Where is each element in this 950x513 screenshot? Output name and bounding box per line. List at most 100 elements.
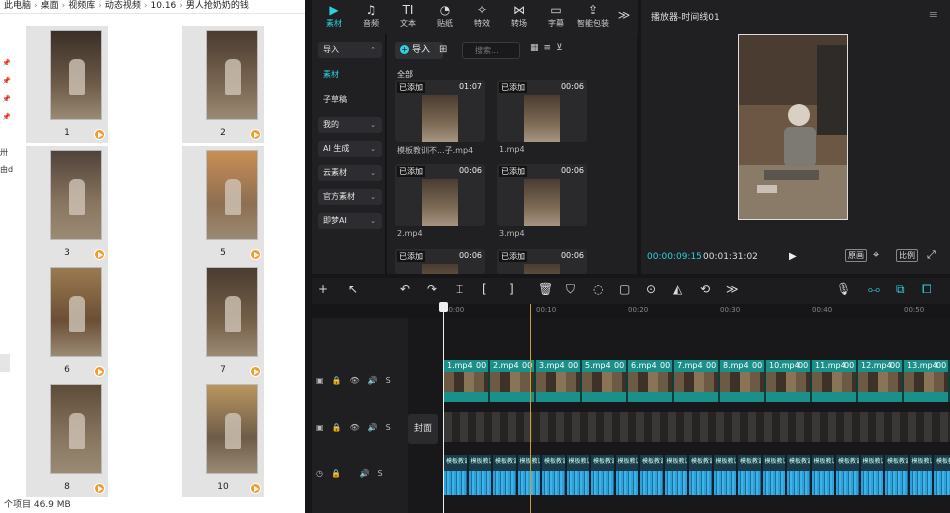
audio-clip[interactable]: 模板教训: [811, 455, 836, 495]
menu-item[interactable]: 导入 ⌃: [318, 42, 382, 58]
redo-icon[interactable]: ↷: [427, 282, 437, 296]
timeline-clip[interactable]: 10.mp4 00: [766, 360, 812, 402]
search-input[interactable]: 搜索...: [462, 42, 520, 59]
media-clip[interactable]: 已添加 00:06: [497, 80, 587, 142]
timeline-clip[interactable]: 5.mp4 00: [582, 360, 628, 402]
breadcrumb-item[interactable]: 男人抢奶奶的钱: [186, 1, 249, 11]
file-thumbnail[interactable]: 2: [182, 26, 264, 143]
timeline-clip[interactable]: 1.mp4 00: [444, 360, 490, 402]
original-button[interactable]: 原画: [845, 249, 867, 262]
menu-item[interactable]: 即梦AI ⌄: [318, 213, 382, 229]
file-thumbnail[interactable]: 8: [26, 380, 108, 497]
grid-view-icon[interactable]: ⊞: [439, 44, 447, 55]
playhead-handle[interactable]: [439, 302, 448, 312]
menu-item[interactable]: 子草稿: [318, 92, 382, 108]
video-track-overlay[interactable]: [444, 412, 950, 442]
tab-transition[interactable]: ⋈ 转场: [501, 2, 537, 32]
delete-icon[interactable]: 🗑: [538, 282, 553, 296]
breadcrumb-item[interactable]: 桌面: [41, 1, 59, 11]
cover-button[interactable]: 封面: [408, 414, 438, 444]
video-track-2-controls[interactable]: ▣🔒👁🔊S: [316, 423, 399, 432]
menu-item[interactable]: 我的 ⌄: [318, 117, 382, 133]
split-icon[interactable]: ⌶: [456, 282, 463, 297]
shield-icon[interactable]: ⛉: [566, 282, 575, 297]
mirror-icon[interactable]: ◭: [673, 282, 682, 296]
mic-icon[interactable]: 🎙: [836, 282, 851, 296]
media-clip[interactable]: 已添加 01:07: [395, 80, 485, 142]
file-thumbnail[interactable]: 5: [182, 146, 264, 263]
preview-axis-icon[interactable]: ⧠: [922, 282, 932, 297]
tab-effects[interactable]: ✧ 特效: [464, 2, 500, 32]
file-thumbnail[interactable]: 1: [26, 26, 108, 143]
audio-clip[interactable]: 模板教训: [885, 455, 910, 495]
audio-clip[interactable]: 模板教训: [664, 455, 689, 495]
menu-item[interactable]: 云素材 ⌄: [318, 165, 382, 181]
timeline-clip[interactable]: 11.mp4 00: [812, 360, 858, 402]
crop-icon[interactable]: ▢: [619, 282, 630, 296]
pointer-icon[interactable]: ↖: [348, 282, 358, 296]
audio-track-controls[interactable]: ◷🔒 🔊S: [316, 469, 391, 478]
timeline-clip[interactable]: 6.mp4 00: [628, 360, 674, 402]
audio-clip[interactable]: 模板教训: [934, 455, 950, 495]
audio-clip[interactable]: 模板教训: [591, 455, 616, 495]
undo-icon[interactable]: ↶: [400, 282, 410, 296]
timeline-clip[interactable]: 3.mp4 00: [536, 360, 582, 402]
tab-smart-pack[interactable]: ⇪ 智能包装: [575, 2, 611, 32]
file-thumbnail[interactable]: 7: [182, 263, 264, 380]
playhead[interactable]: [443, 302, 444, 513]
timeline-clip[interactable]: 12.mp4 00: [858, 360, 904, 402]
menu-item[interactable]: AI 生成 ⌄: [318, 141, 382, 157]
breadcrumb[interactable]: 此电脑 › 桌面 › 视频库 › 动态视频 › 10.16 › 男人抢奶奶的钱: [0, 0, 305, 14]
file-thumbnail[interactable]: 10: [182, 380, 264, 497]
breadcrumb-item[interactable]: 视频库: [68, 1, 95, 11]
tab-sticker[interactable]: ◔ 贴纸: [427, 2, 463, 32]
tab-media[interactable]: ▶ 素材: [316, 2, 352, 32]
ratio-button[interactable]: 比例: [896, 249, 918, 262]
import-button[interactable]: + 导入: [395, 42, 443, 59]
audio-clip[interactable]: 模板教训: [615, 455, 640, 495]
snap-icon[interactable]: ⧉: [896, 282, 905, 297]
tab-subtitle[interactable]: ▭ 字幕: [538, 2, 574, 32]
file-thumbnail[interactable]: 6: [26, 263, 108, 380]
audio-clip[interactable]: 模板教训: [909, 455, 934, 495]
file-thumbnail[interactable]: 3: [26, 146, 108, 263]
audio-clip[interactable]: 模板教训: [689, 455, 714, 495]
play-circle-icon[interactable]: ⊙: [646, 282, 656, 296]
audio-track[interactable]: 模板教训 模板教训 模板教训 模板教训 模板教训 模板教训 模板教训 模板教训 模板教训 模板教训…: [444, 455, 950, 495]
time-ruler[interactable]: 00:00 00:10 00:20 00:30 00:40 00:50: [440, 304, 950, 318]
audio-clip[interactable]: 模板教训: [787, 455, 812, 495]
more-icon[interactable]: ≫: [726, 282, 739, 296]
audio-clip[interactable]: 模板教训: [566, 455, 591, 495]
focus-icon[interactable]: ⌖: [873, 248, 879, 262]
audio-clip[interactable]: 模板教训: [493, 455, 518, 495]
audio-clip[interactable]: 模板教训: [640, 455, 665, 495]
breadcrumb-item[interactable]: 10.16: [151, 1, 177, 11]
audio-clip[interactable]: 模板教训: [468, 455, 493, 495]
media-clip[interactable]: 已添加 00:06: [497, 249, 587, 274]
breadcrumb-item[interactable]: 动态视频: [105, 1, 141, 11]
tab-audio[interactable]: ♫ 音频: [353, 2, 389, 32]
timeline-clip[interactable]: 13.mp4 00: [904, 360, 950, 402]
timeline-clip[interactable]: 8.mp4 00: [720, 360, 766, 402]
nav-label[interactable]: 卅: [0, 147, 8, 158]
audio-clip[interactable]: 模板教训: [738, 455, 763, 495]
preview-frame[interactable]: [738, 34, 848, 220]
menu-item[interactable]: 官方素材 ⌄: [318, 189, 382, 205]
video-track-main[interactable]: 1.mp4 00 2.mp4 00 3.mp4 00 5.mp4 00 6.mp4 00 7.mp4…: [444, 360, 950, 402]
audio-clip[interactable]: 模板教训: [762, 455, 787, 495]
media-clip[interactable]: 已添加 00:06: [395, 249, 485, 274]
audio-clip[interactable]: 模板教训: [542, 455, 567, 495]
audio-clip[interactable]: 模板教训: [836, 455, 861, 495]
media-clip[interactable]: 已添加 00:06: [395, 164, 485, 226]
sort-filter-icons[interactable]: ▦≡⊻: [530, 43, 568, 53]
audio-clip[interactable]: 模板教训: [860, 455, 885, 495]
add-icon[interactable]: +: [318, 282, 328, 296]
fullscreen-icon[interactable]: ⤢: [927, 248, 936, 262]
play-button[interactable]: ▶: [789, 251, 797, 262]
video-track-controls[interactable]: ▣🔒👁🔊S: [316, 376, 399, 385]
audio-clip[interactable]: 模板教训: [713, 455, 738, 495]
tab-text[interactable]: TI 文本: [390, 2, 426, 32]
menu-icon[interactable]: ≡: [929, 8, 938, 21]
breadcrumb-item[interactable]: 此电脑: [4, 1, 31, 11]
mask-icon[interactable]: ◌: [593, 282, 603, 296]
